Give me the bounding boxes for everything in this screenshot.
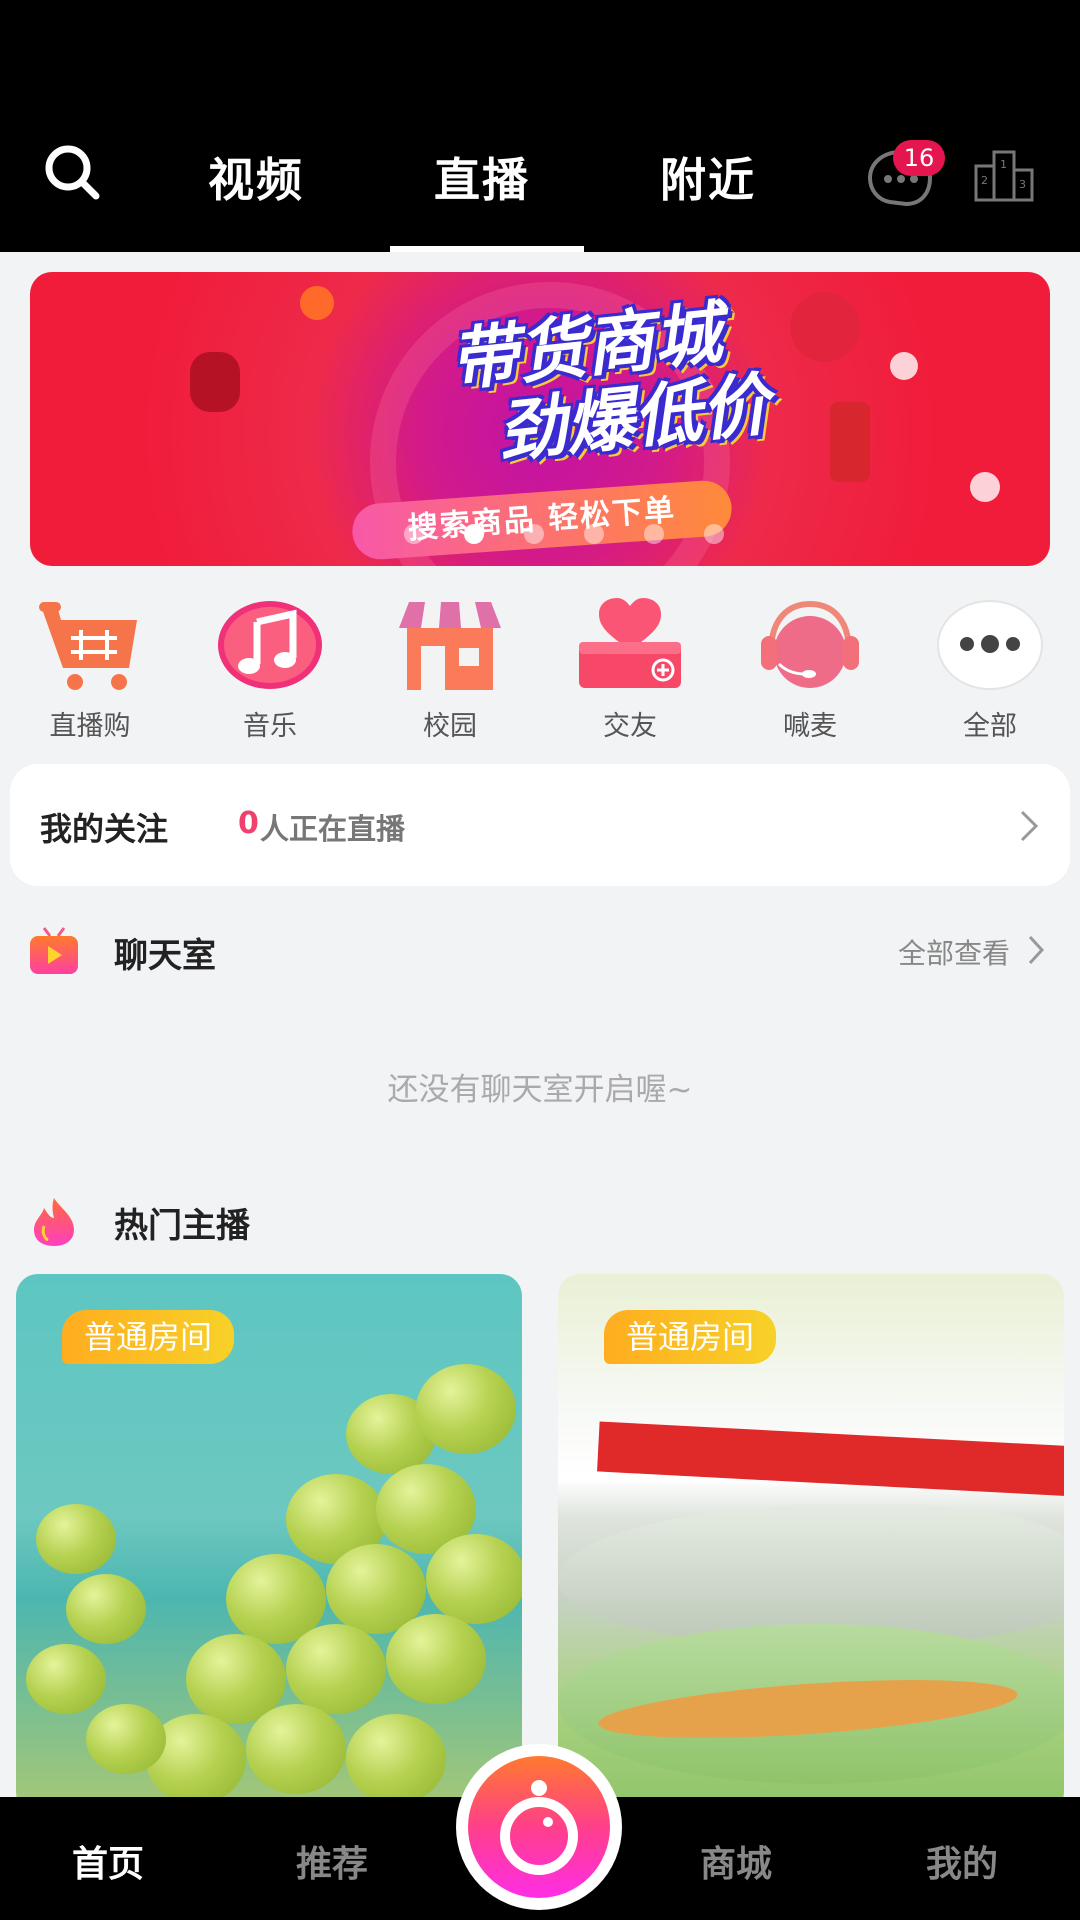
go-live-button-inner — [468, 1756, 610, 1898]
chevron-right-icon — [1020, 810, 1039, 842]
music-note-icon — [218, 601, 322, 689]
category-grid: 直播购 音乐 校园 交友 喊麦 全部 — [0, 592, 1080, 742]
room-type-tag: 普通房间 — [62, 1310, 235, 1364]
tab-live[interactable]: 直播 — [434, 144, 530, 210]
category-label: 交友 — [603, 711, 657, 742]
more-dots-icon — [937, 600, 1043, 690]
category-label: 直播购 — [49, 711, 131, 742]
melon-banner-stroke — [597, 1421, 1064, 1497]
carousel-dots — [404, 524, 734, 546]
nav-home[interactable]: 首页 — [72, 1835, 144, 1887]
category-music[interactable]: 音乐 — [180, 592, 360, 742]
flame-icon — [34, 1198, 74, 1246]
carousel-dot-active[interactable] — [464, 524, 484, 544]
carousel-dot[interactable] — [524, 524, 544, 544]
category-label: 喊麦 — [783, 711, 837, 742]
grape — [66, 1574, 146, 1644]
category-shout-mic[interactable]: 喊麦 — [720, 592, 900, 742]
banner-decoration — [300, 286, 334, 320]
view-all-link[interactable]: 全部查看 — [898, 932, 1010, 972]
live-follow-count: 0 — [238, 806, 259, 841]
tab-nearby[interactable]: 附近 — [660, 144, 756, 210]
grape — [386, 1614, 486, 1704]
melon-top — [558, 1504, 1064, 1644]
heart-add-icon — [579, 598, 681, 688]
category-friends[interactable]: 交友 — [540, 592, 720, 742]
tab-video[interactable]: 视频 — [208, 144, 304, 210]
nav-mall[interactable]: 商城 — [700, 1835, 772, 1887]
ranking-podium-icon[interactable]: 2 1 3 — [972, 146, 1038, 206]
shopping-cart-icon — [39, 602, 137, 690]
search-icon[interactable] — [38, 142, 110, 202]
banner-title: 带货商城 劲爆低价 — [304, 281, 877, 491]
category-live-shopping[interactable]: 直播购 — [0, 592, 180, 742]
storefront-icon — [399, 602, 501, 690]
grape — [36, 1504, 116, 1574]
grape — [86, 1704, 166, 1774]
nav-me[interactable]: 我的 — [926, 1835, 998, 1887]
go-live-button[interactable] — [456, 1744, 622, 1910]
hot-streamers-section-header: 热门主播 — [0, 1190, 1080, 1250]
category-all[interactable]: 全部 — [900, 592, 1080, 742]
my-follows-card[interactable]: 我的关注 0 人正在直播 — [10, 764, 1070, 886]
streamer-card[interactable]: 普通房间 — [16, 1274, 522, 1814]
live-follow-text: 人正在直播 — [260, 812, 406, 846]
carousel-dot[interactable] — [584, 524, 604, 544]
headset-icon — [761, 600, 859, 688]
chevron-right-icon[interactable] — [1026, 934, 1046, 966]
camera-icon — [500, 1780, 578, 1875]
nav-recommend[interactable]: 推荐 — [296, 1835, 368, 1887]
active-tab-indicator — [390, 246, 584, 252]
banner-decoration — [890, 352, 918, 380]
category-label: 音乐 — [243, 711, 297, 742]
banner-decoration — [970, 472, 1000, 502]
grape — [246, 1704, 346, 1794]
promo-banner[interactable]: 带货商城 劲爆低价 搜索商品 轻松下单 — [30, 272, 1050, 566]
top-bar: 视频 直播 附近 2 1 3 16 — [0, 0, 1080, 252]
chatroom-section-header: 聊天室 全部查看 — [0, 920, 1080, 980]
carousel-dot[interactable] — [644, 524, 664, 544]
svg-text:2: 2 — [981, 174, 988, 187]
chatroom-title: 聊天室 — [114, 936, 216, 976]
grape — [346, 1714, 446, 1804]
svg-text:1: 1 — [1000, 158, 1007, 171]
svg-text:3: 3 — [1019, 178, 1026, 191]
grape — [286, 1624, 386, 1714]
follows-title: 我的关注 — [40, 810, 169, 848]
carousel-dot[interactable] — [404, 524, 424, 544]
carousel-dot[interactable] — [704, 524, 724, 544]
banner-decoration — [190, 352, 240, 412]
category-label: 校园 — [423, 711, 477, 742]
streamer-card[interactable]: 普通房间 — [558, 1274, 1064, 1814]
room-type-tag: 普通房间 — [604, 1310, 777, 1364]
tv-play-icon — [30, 927, 78, 974]
category-campus[interactable]: 校园 — [360, 592, 540, 742]
grape — [26, 1644, 106, 1714]
chatroom-empty-message: 还没有聊天室开启喔~ — [387, 1072, 693, 1108]
message-badge: 16 — [893, 140, 945, 176]
grape — [416, 1364, 516, 1454]
category-label: 全部 — [963, 711, 1017, 742]
grape — [426, 1534, 522, 1624]
hot-streamers-title: 热门主播 — [114, 1206, 250, 1246]
